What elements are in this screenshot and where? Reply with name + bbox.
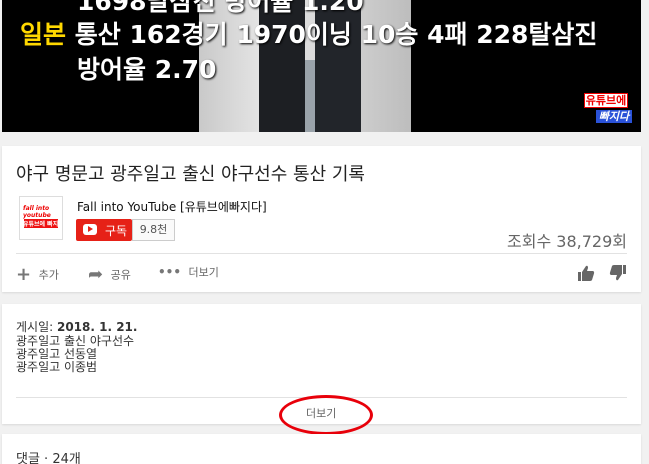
share-label: 공유 xyxy=(110,268,131,282)
description-line: 광주일고 이종범 xyxy=(16,360,98,374)
share-button[interactable]: ➦ 공유 xyxy=(88,264,131,285)
channel-avatar[interactable]: fall into youtube 유튜브에 빠지다 xyxy=(19,196,63,240)
video-info-card: 야구 명문고 광주일고 출신 야구선수 통산 기록 fall into yout… xyxy=(2,146,641,292)
publish-date-value: 2018. 1. 21. xyxy=(56,320,138,334)
more-icon: ••• xyxy=(158,265,182,279)
video-subtitle-stats: 통산 162경기 1970이닝 10승 4패 228탈삼진 xyxy=(74,20,598,49)
thumbs-down-icon[interactable] xyxy=(609,264,627,282)
avatar-text-bottom: 유튜브에 빠지다 xyxy=(23,221,59,237)
video-subtitle-country: 일본 xyxy=(20,20,67,49)
description-text: 광주일고 출신 야구선수 광주일고 선동열 광주일고 이종범 xyxy=(16,335,134,374)
channel-name-link[interactable]: Fall into YouTube [유튜브에빠지다] xyxy=(77,198,267,215)
video-subtitle-line-3: 방어율 2.70 xyxy=(77,55,217,84)
channel-watermark[interactable]: 유튜브에 빠지다 xyxy=(580,92,632,124)
watermark-line-2: 빠지다 xyxy=(596,110,632,123)
more-actions-label: 더보기 xyxy=(188,266,219,279)
add-icon: + xyxy=(16,264,32,285)
more-actions-button[interactable]: ••• 더보기 xyxy=(158,264,219,280)
publish-date: 게시일: 2018. 1. 21. xyxy=(16,318,137,335)
subscriber-count: 9.8천 xyxy=(132,219,175,241)
add-to-button[interactable]: + 추가 xyxy=(16,264,59,285)
youtube-page: 1698탈삼진 방어율 1.20 일본 통산 162경기 1970이닝 10승 … xyxy=(0,0,649,464)
comments-card: 댓글 · 24개 xyxy=(2,434,641,464)
video-subtitle-line-2: 일본 통산 162경기 1970이닝 10승 4패 228탈삼진 xyxy=(20,20,597,50)
subscribe-button[interactable]: 구독 xyxy=(76,219,132,241)
view-count: 조회수 38,729회 xyxy=(507,232,627,251)
video-player[interactable]: 1698탈삼진 방어율 1.20 일본 통산 162경기 1970이닝 10승 … xyxy=(2,0,641,132)
video-subtitle-line-1: 1698탈삼진 방어율 1.20 xyxy=(77,0,364,16)
subscribe-label: 구독 xyxy=(105,224,128,238)
watermark-line-1: 유튜브에 xyxy=(584,93,628,108)
annotation-circle xyxy=(279,395,373,435)
comments-count: 댓글 · 24개 xyxy=(16,452,81,464)
thumbs-up-icon[interactable] xyxy=(577,264,595,282)
add-label: 추가 xyxy=(38,268,59,282)
avatar-text-top: fall into youtube xyxy=(23,205,51,219)
video-title: 야구 명문고 광주일고 출신 야구선수 통산 기록 xyxy=(16,164,365,185)
video-frame-gap xyxy=(305,60,315,132)
youtube-play-icon xyxy=(83,224,97,235)
info-divider xyxy=(16,253,627,254)
share-icon: ➦ xyxy=(88,264,104,285)
publish-date-label: 게시일: xyxy=(16,320,57,334)
